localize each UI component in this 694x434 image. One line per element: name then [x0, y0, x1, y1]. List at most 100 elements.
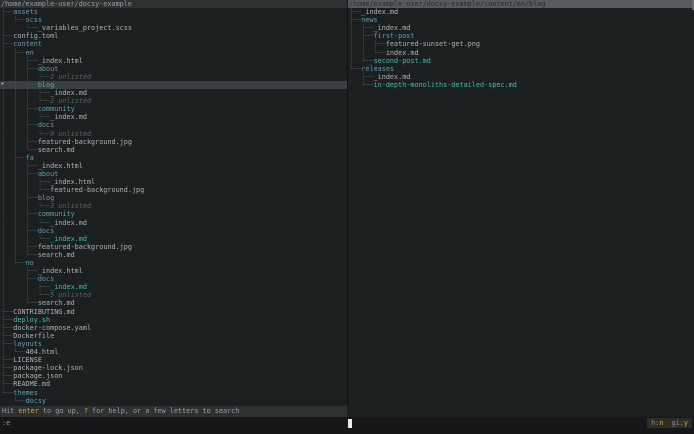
tree-row[interactable]: │ │ ├──_index.html [0, 57, 347, 65]
tree-row[interactable]: ├──docker-compose.yaml [0, 324, 347, 332]
tree-row[interactable]: │ └──no [0, 259, 347, 267]
tree-row[interactable]: │ └──second-post.md [348, 57, 694, 65]
tree-branch-lines: │ │ ├── [1, 210, 38, 218]
entry-name: docs [38, 121, 54, 129]
tree-branch-lines: │ │ ├── [1, 170, 38, 178]
entry-name: layouts [13, 340, 42, 348]
left-panel: /home/example-user/docsy-example ├──asse… [0, 0, 347, 406]
tree-row[interactable]: ├──package.json [0, 372, 347, 380]
flag-value: n [659, 419, 663, 427]
entry-name: in-depth-monoliths-detailed-spec.md [374, 81, 517, 89]
tree-row[interactable]: │ │ ├──community [0, 210, 347, 218]
tree-row[interactable]: ├──content [0, 40, 347, 48]
tree-row[interactable]: ├──CONTRIBUTING.md [0, 308, 347, 316]
tree-row[interactable]: └──in-depth-monoliths-detailed-spec.md [348, 81, 694, 89]
command-input[interactable]: :e [2, 419, 10, 427]
tree-row[interactable]: ├──README.md [0, 380, 347, 388]
tree-row[interactable]: │ │ ├──featured-background.jpg [0, 138, 347, 146]
tree-branch-lines: ├── [1, 324, 13, 332]
tree-row[interactable]: │ │ │ └──_index.md [0, 235, 347, 243]
input-bar[interactable]: :e h:n gi:y [0, 417, 694, 434]
tree-branch-lines: │ │ └── [1, 251, 38, 259]
tree-row[interactable]: │ │ ├──docs [0, 227, 347, 235]
entry-name: README.md [13, 380, 50, 388]
tree-row[interactable]: ├──_index.md [348, 8, 694, 16]
tree-row[interactable]: │ │ │ └──_index.md [0, 219, 347, 227]
tree-row[interactable]: │ ├──fa [0, 154, 347, 162]
tree-row[interactable]: ├──config.toml [0, 32, 347, 40]
entry-name: scss [26, 16, 42, 24]
tree-row[interactable]: │ │ └──search.md [0, 251, 347, 259]
tree-row[interactable]: └──themes [0, 389, 347, 397]
tree-row[interactable]: │ │ │ ├──_index.md [0, 89, 347, 97]
tree-row[interactable]: │ │ │ └──2 unlisted [0, 97, 347, 105]
tree-row[interactable]: │ ├──en [0, 49, 347, 57]
tree-branch-lines: │ │ ├── [1, 227, 38, 235]
entry-name: _index.md [361, 8, 398, 16]
tree-row[interactable]: ├──LICENSE [0, 356, 347, 364]
tree-row[interactable]: │ │ │ └──2 unlisted [0, 73, 347, 81]
tree-branch-lines: │ └── [1, 259, 26, 267]
tree-branch-lines: │ │ │ └── [1, 97, 50, 105]
tree-branch-lines: ├── [349, 8, 361, 16]
tree-row[interactable]: │ │ ├──docs [0, 121, 347, 129]
tree-row[interactable]: │ └──search.md [0, 299, 347, 307]
tree-branch-lines: │ │ ├── [1, 65, 38, 73]
entry-name: 404.html [26, 348, 59, 356]
tree-branch-lines: ├── [1, 340, 13, 348]
tree-branch-lines: │ │ │ └── [1, 130, 50, 138]
tree-row[interactable]: │ │ └──index.md [348, 49, 694, 57]
tree-row[interactable]: ├──deploy.sh [0, 316, 347, 324]
entry-name: _index.md [50, 89, 87, 97]
tree-branch-lines: │ │ ├── [1, 81, 38, 89]
right-panel-path-header: /home/example-user/docsy-example/content… [348, 0, 694, 8]
entry-name: docsy [26, 397, 46, 405]
tree-branch-lines: │ │ ├── [1, 121, 38, 129]
entry-name: _index.html [38, 57, 83, 65]
tree-branch-lines: │ │ ├── [1, 162, 38, 170]
entry-name: docs [38, 275, 54, 283]
entry-name: en [26, 49, 34, 57]
tree-branch-lines: ├── [1, 40, 13, 48]
entry-name: _index.md [50, 113, 87, 121]
entry-name: assets [13, 8, 38, 16]
tree-row[interactable]: │ └──404.html [0, 348, 347, 356]
tree-branch-lines: └── [1, 389, 13, 397]
tree-branch-lines: │ │ └── [1, 146, 38, 154]
tree-row[interactable]: ├──Dockerfile [0, 332, 347, 340]
tree-branch-lines: │ │ │ └── [1, 186, 50, 194]
status-text: Hit [2, 407, 18, 415]
tree-branch-lines: │ ├── [1, 267, 38, 275]
tree-branch-lines: ├── [1, 356, 13, 364]
tree-row[interactable]: │ │ ├──about [0, 65, 347, 73]
tree-branch-lines: ├── [349, 73, 374, 81]
tree-branch-lines: ├── [1, 308, 13, 316]
tree-row[interactable]: │ │ ├──featured-sunset-get.png [348, 40, 694, 48]
entry-name: second-post.md [374, 57, 431, 65]
tree-row[interactable]: │ │ ├──_index.html [0, 162, 347, 170]
tree-branch-lines: │ │ │ ├── [1, 89, 50, 97]
tree-row[interactable]: │ ├──_index.html [0, 267, 347, 275]
entry-name: news [361, 16, 377, 24]
tree-row[interactable]: ▸│ │ ├──blog [0, 81, 347, 89]
tree-branch-lines: │ │ ├── [349, 40, 386, 48]
tree-row[interactable]: ├──assets [0, 8, 347, 16]
tree-row[interactable]: ├──layouts [0, 340, 347, 348]
tree-branch-lines: ├── [1, 316, 13, 324]
tree-row[interactable]: ├──_index.md [348, 73, 694, 81]
tree-row[interactable]: │ │ ├──about [0, 170, 347, 178]
cursor-block [348, 419, 352, 428]
unlisted-count: 2 unlisted [50, 73, 91, 81]
entry-name: LICENSE [13, 356, 42, 364]
tree-branch-lines: ├── [1, 332, 13, 340]
entry-name: content [13, 40, 42, 48]
flags-display: h:n gi:y [647, 418, 692, 428]
tree-row[interactable]: │ │ └──search.md [0, 146, 347, 154]
tree-row[interactable]: └──releases [348, 65, 694, 73]
tree-row[interactable]: │ │ │ ├──_index.html [0, 178, 347, 186]
tree-row[interactable]: │ │ ├──featured-background.jpg [0, 243, 347, 251]
tree-row[interactable]: └──docsy [0, 397, 347, 405]
entry-name: search.md [38, 251, 75, 259]
entry-name: docker-compose.yaml [13, 324, 91, 332]
tree-row[interactable]: │ │ │ └──9 unlisted [0, 130, 347, 138]
